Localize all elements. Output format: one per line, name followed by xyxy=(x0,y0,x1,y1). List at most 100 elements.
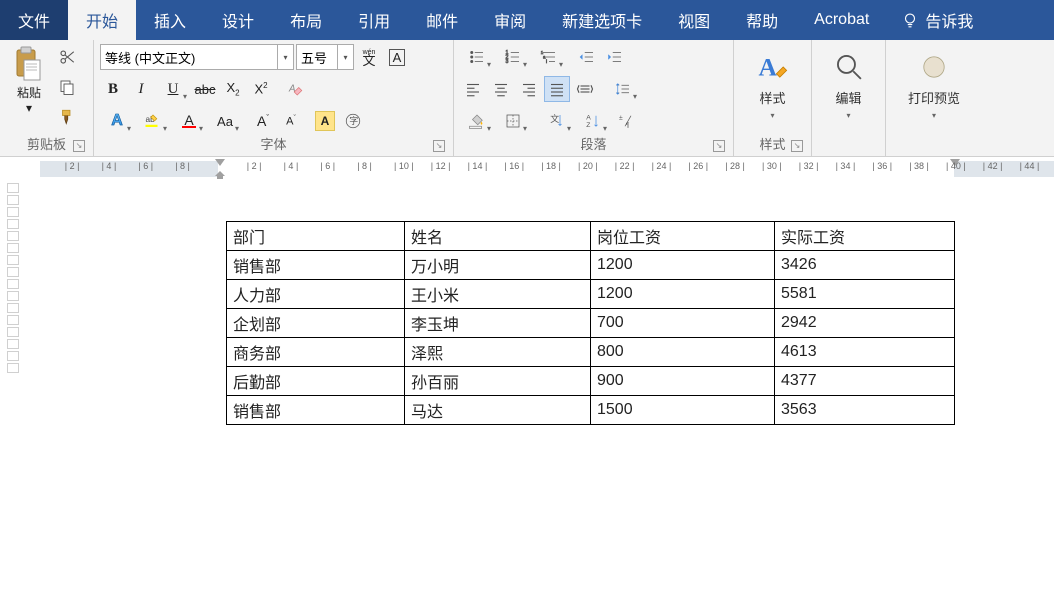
char-shading-button[interactable]: A xyxy=(312,108,338,134)
table-header-cell[interactable]: 实际工资 xyxy=(775,222,955,251)
print-preview-button[interactable]: 打印预览 ▾ xyxy=(892,44,976,122)
page-surface[interactable]: 部门 姓名 岗位工资 实际工资 销售部万小明12003426 人力部王小米120… xyxy=(26,181,1054,601)
format-painter-button[interactable] xyxy=(54,104,80,130)
tab-review[interactable]: 审阅 xyxy=(476,0,544,40)
ruler-tick: | 18 | xyxy=(541,161,561,171)
ruler-tick: | 4 | xyxy=(102,161,117,171)
tab-file[interactable]: 文件 xyxy=(0,0,68,40)
bold-button[interactable]: B xyxy=(100,76,126,102)
ruler[interactable]: | 8 || 6 || 4 || 2 || 2 || 4 || 6 || 8 |… xyxy=(0,157,1054,181)
table-row: 商务部泽熙8004613 xyxy=(227,338,955,367)
salary-table[interactable]: 部门 姓名 岗位工资 实际工资 销售部万小明12003426 人力部王小米120… xyxy=(226,221,955,425)
paint-bucket-icon xyxy=(468,112,486,130)
tab-design[interactable]: 设计 xyxy=(204,0,272,40)
shading-button[interactable] xyxy=(460,108,494,134)
align-left-button[interactable] xyxy=(460,76,486,102)
thumb-line xyxy=(7,195,19,205)
enclosed-char-button[interactable]: 字 xyxy=(340,108,366,134)
table-row: 企划部李玉坤7002942 xyxy=(227,309,955,338)
clipboard-launcher[interactable]: ↘ xyxy=(73,140,85,152)
thumb-line xyxy=(7,267,19,277)
paste-button[interactable]: 粘贴 ▾ xyxy=(6,44,52,116)
tab-layout[interactable]: 布局 xyxy=(272,0,340,40)
eraser-A-icon: A xyxy=(286,80,304,98)
numbering-button[interactable]: 123 xyxy=(496,44,530,70)
tab-references[interactable]: 引用 xyxy=(340,0,408,40)
styles-label: 样式 xyxy=(759,88,785,107)
distributed-icon xyxy=(576,80,594,98)
hanging-indent-marker[interactable] xyxy=(215,171,225,179)
shrink-font-button[interactable]: Aˇ xyxy=(278,108,304,134)
ruler-tick: | 22 | xyxy=(615,161,635,171)
align-center-button[interactable] xyxy=(488,76,514,102)
multilevel-list-button[interactable]: 1ai xyxy=(532,44,566,70)
table-header-cell[interactable]: 部门 xyxy=(227,222,405,251)
group-paragraph: 123 1ai xyxy=(454,40,734,156)
tab-mail[interactable]: 邮件 xyxy=(408,0,476,40)
table-header-cell[interactable]: 姓名 xyxy=(405,222,591,251)
table-header-cell[interactable]: 岗位工资 xyxy=(591,222,775,251)
text-effects-button[interactable]: A xyxy=(100,108,134,134)
tab-newtab[interactable]: 新建选项卡 xyxy=(544,0,660,40)
font-launcher[interactable]: ↘ xyxy=(433,140,445,152)
increase-indent-button[interactable] xyxy=(602,44,628,70)
paragraph-launcher[interactable]: ↘ xyxy=(713,140,725,152)
font-size-input[interactable] xyxy=(296,44,338,70)
thumb-line xyxy=(7,291,19,301)
thumb-line xyxy=(7,363,19,373)
sort-button[interactable]: AZ xyxy=(576,108,610,134)
char-border-button[interactable]: A xyxy=(384,44,410,70)
editing-label: 编辑 xyxy=(835,88,861,107)
ruler-tick: | 26 | xyxy=(688,161,708,171)
strikethrough-button[interactable]: abc xyxy=(192,76,218,102)
ruler-tick: | 38 | xyxy=(909,161,929,171)
clear-formatting-button[interactable]: A xyxy=(282,76,308,102)
cut-button[interactable] xyxy=(54,44,80,70)
styles-launcher[interactable]: ↘ xyxy=(791,140,803,152)
font-name-input[interactable] xyxy=(100,44,278,70)
tellme-search[interactable]: 告诉我 xyxy=(887,0,987,40)
ruler-tick: | 42 | xyxy=(983,161,1003,171)
search-icon xyxy=(832,50,866,84)
tab-home[interactable]: 开始 xyxy=(68,0,136,40)
font-size-combo[interactable]: ▾ xyxy=(296,44,354,70)
chevron-down-icon[interactable]: ▾ xyxy=(278,44,294,70)
text-direction-button[interactable]: 文 xyxy=(540,108,574,134)
grow-font-button[interactable]: Aˇ xyxy=(250,108,276,134)
editing-button[interactable]: 编辑 ▾ xyxy=(818,44,879,122)
ruler-tick: | 32 | xyxy=(799,161,819,171)
tab-view[interactable]: 视图 xyxy=(660,0,728,40)
bullets-button[interactable] xyxy=(460,44,494,70)
circle-icon xyxy=(917,50,951,84)
font-color-button[interactable]: A xyxy=(172,108,206,134)
borders-button[interactable] xyxy=(496,108,530,134)
svg-text:±: ± xyxy=(619,115,623,122)
first-line-indent-marker[interactable] xyxy=(215,159,225,166)
svg-text:i: i xyxy=(546,59,547,64)
underline-button[interactable]: U xyxy=(156,76,190,102)
italic-button[interactable]: I xyxy=(128,76,154,102)
chevron-down-icon[interactable]: ▾ xyxy=(338,44,354,70)
ruler-tick: | 10 | xyxy=(394,161,414,171)
superscript-button[interactable]: X2 xyxy=(248,76,274,102)
phonetic-guide-button[interactable]: wén 文 xyxy=(356,44,382,70)
styles-button[interactable]: A 样式 ▾ xyxy=(742,44,804,122)
show-marks-button[interactable]: ±¶ xyxy=(612,108,638,134)
align-right-button[interactable] xyxy=(516,76,542,102)
tab-help[interactable]: 帮助 xyxy=(728,0,796,40)
ruler-tick: | 20 | xyxy=(578,161,598,171)
justify-button[interactable] xyxy=(544,76,570,102)
font-name-combo[interactable]: ▾ xyxy=(100,44,294,70)
ruler-tick: | 44 | xyxy=(1020,161,1040,171)
change-case-button[interactable]: Aa xyxy=(208,108,242,134)
decrease-indent-button[interactable] xyxy=(574,44,600,70)
line-spacing-button[interactable] xyxy=(606,76,640,102)
highlight-button[interactable]: ab xyxy=(136,108,170,134)
tab-insert[interactable]: 插入 xyxy=(136,0,204,40)
tab-acrobat[interactable]: Acrobat xyxy=(796,0,887,40)
subscript-button[interactable]: X2 xyxy=(220,76,246,102)
copy-button[interactable] xyxy=(54,74,80,100)
thumb-line xyxy=(7,255,19,265)
svg-text:A: A xyxy=(758,53,777,82)
distributed-button[interactable] xyxy=(572,76,598,102)
